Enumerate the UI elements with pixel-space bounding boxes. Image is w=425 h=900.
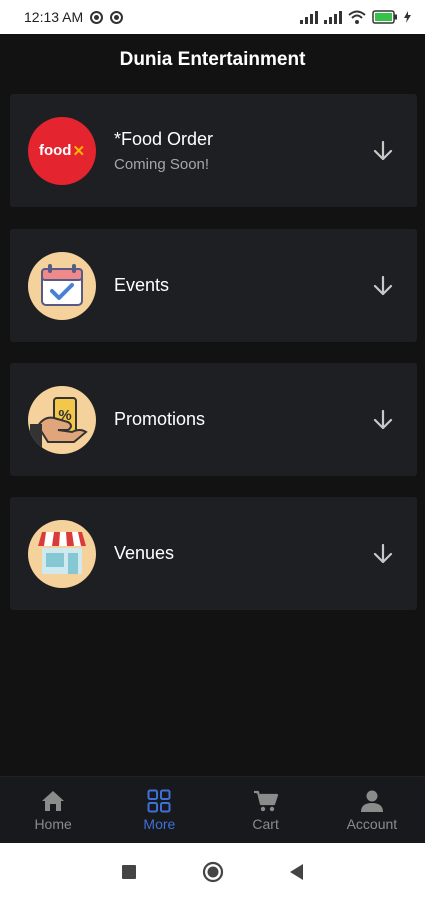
menu-item-events[interactable]: Events (10, 229, 417, 342)
menu-item-title: *Food Order (114, 128, 214, 149)
signal-icon (300, 10, 318, 24)
nav-label: Account (346, 815, 398, 832)
arrow-down-icon[interactable] (371, 408, 395, 432)
menu-item-venues[interactable]: Venues (10, 497, 417, 610)
wifi-icon (348, 10, 366, 24)
recent-apps-icon[interactable] (121, 864, 136, 879)
bottom-navigation: Home More Cart Account (0, 776, 425, 843)
menu-item-title: Promotions (114, 409, 206, 429)
menu-item-food-order[interactable]: food ✕ *Food Order Coming Soon! (10, 94, 417, 207)
nav-label: Home (34, 815, 72, 832)
nav-tab-account[interactable]: Account (319, 777, 425, 843)
battery-icon (372, 10, 397, 24)
nav-tab-cart[interactable]: Cart (213, 777, 319, 843)
sync-icon (90, 10, 104, 24)
discount-tag-icon: % (28, 385, 96, 454)
home-icon (42, 790, 65, 811)
person-icon (360, 790, 383, 812)
nav-tab-home[interactable]: Home (0, 777, 106, 843)
page-title: Dunia Entertainment (119, 49, 306, 70)
food-logo-mark: ✕ (72, 142, 86, 160)
cart-icon (253, 790, 278, 811)
status-bar: 12:13 AM (0, 0, 425, 34)
arrow-down-icon[interactable] (371, 274, 395, 298)
food-logo-text: food (38, 142, 72, 159)
storefront-icon (28, 519, 96, 588)
status-time: 12:13 AM (24, 9, 84, 25)
grid-icon (147, 789, 171, 812)
calendar-check-icon (28, 251, 96, 320)
arrow-down-icon[interactable] (371, 542, 395, 566)
nav-tab-more[interactable]: More (106, 777, 212, 843)
signal-icon (324, 10, 342, 24)
arrow-down-icon[interactable] (371, 139, 395, 163)
menu-item-promotions[interactable]: % Promotions (10, 363, 417, 476)
nav-label: Cart (252, 815, 279, 832)
food-logo-icon: food ✕ (28, 116, 96, 185)
system-navigation-bar (0, 843, 425, 900)
charging-icon (404, 11, 411, 23)
menu-item-subtitle: Coming Soon! (114, 155, 210, 173)
back-icon[interactable] (289, 863, 304, 880)
home-circle-icon[interactable] (202, 861, 224, 883)
app-header: Dunia Entertainment (0, 34, 425, 86)
sync-icon (110, 10, 124, 24)
nav-label: More (143, 815, 176, 832)
menu-item-title: Venues (114, 543, 175, 563)
menu-item-title: Events (114, 275, 170, 295)
